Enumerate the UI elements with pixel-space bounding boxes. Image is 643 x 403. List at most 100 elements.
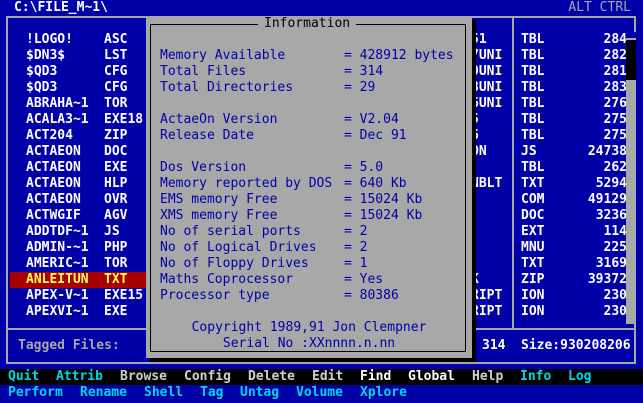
info-value: = V2.04 [344,112,399,127]
file-ext-right: MNU [521,240,545,255]
info-label: No of Floppy Drives [160,256,309,271]
info-value: = 2 [344,224,368,239]
key-state-indicator: ALT CTRL [568,0,631,15]
file-size: 49129 [587,192,627,207]
file-ext: TOR [104,96,128,111]
scroll-up-arrow-icon[interactable] [626,32,636,38]
file-name: $DN3$ [26,48,66,63]
file-ext-right: ZIP [521,272,545,287]
file-ext-right: TBL [521,48,545,63]
file-name: ACTAEON [26,176,81,191]
info-value: = 640 Kb [344,176,407,191]
file-ext-right: JS [521,144,537,159]
file-ext-right: TBL [521,96,545,111]
file-size: 276 [603,96,627,111]
info-label: Processor type [160,288,270,303]
menu-item-global[interactable]: Global [408,369,455,385]
command-menu-row-1: Quit Attrib Browse Config Delete Edit Find Glob… [0,369,643,385]
information-dialog: Information Memory Available = 428912 byt… [146,16,472,358]
menu-item-help[interactable]: Help [472,369,503,385]
menu-item-untag[interactable]: Untag [240,385,279,401]
file-name: ACTAEON [26,144,81,159]
file-ext: DOC [104,144,128,159]
info-label: ActaeOn Version [160,112,278,127]
file-size: 225 [603,240,627,255]
file-size: 283 [603,80,627,95]
file-name: ADDTDF~1 [26,224,89,239]
tagged-files-label: Tagged Files: [18,338,120,353]
file-ext-right: COM [521,192,545,207]
scrollbar[interactable] [626,32,636,324]
info-label: EMS memory Free [160,192,278,207]
menu-item-volume[interactable]: Volume [296,385,343,401]
serial-number: Serial No :XXnnnn.n.nn [222,336,396,351]
info-label: XMS memory Free [160,208,278,223]
file-size: 24738 [587,144,627,159]
info-value: = 15024 Kb [344,208,423,223]
file-size: 3236 [595,208,627,223]
info-value: = 428912 bytes [344,48,454,63]
info-label: Memory Available [160,48,286,63]
menu-item-perform[interactable]: Perform [8,385,63,401]
file-ext: HLP [104,176,128,191]
file-ext: EXE [104,304,128,319]
file-size: 5294 [595,176,627,191]
menu-item-delete[interactable]: Delete [248,369,295,385]
file-size: 230 [603,288,627,303]
info-value: = 314 [344,64,384,79]
file-ext-right: TXT [521,256,545,271]
menu-item-attrib[interactable]: Attrib [56,369,103,385]
dialog-title: Information [258,16,357,32]
menu-item-find[interactable]: Find [360,369,391,385]
info-label: Release Date [160,128,254,143]
file-ext: CFG [104,80,128,95]
menu-item-xplore[interactable]: Xplore [360,385,407,401]
file-ext-right: TBL [521,64,545,79]
menu-item-browse[interactable]: Browse [120,369,167,385]
info-value: = 1 [344,256,368,271]
info-label: Total Directories [160,80,294,95]
current-path: C:\FILE_M~1\ [14,0,108,15]
command-menu-row-2: Perform Rename Shell Tag Untag Volume Xplore [0,385,643,401]
file-ext: EXE15 [104,288,144,303]
info-label: Memory reported by DOS [160,176,333,191]
file-ext-right: TBL [521,80,545,95]
file-ext: EXE [104,160,128,175]
menu-item-info[interactable]: Info [520,369,551,385]
menu-item-quit[interactable]: Quit [8,369,39,385]
info-label: Dos Version [160,160,247,175]
file-ext-right: TBL [521,32,545,47]
file-name: APEX-V~1 [26,288,89,303]
file-name: ABRAHA~1 [26,96,89,111]
file-ext: OVR [104,192,128,207]
file-ext-right: TBL [521,160,545,175]
title-bar: C:\FILE_M~1\ ALT CTRL [0,0,643,16]
menu-item-edit[interactable]: Edit [312,369,343,385]
info-value: = 5.0 [344,160,384,175]
file-name: ACTAEON [26,192,81,207]
file-name: AMERIC~1 [26,256,89,271]
file-size: 275 [603,128,627,143]
copyright-text: Copyright 1989,91 Jon Clempner [191,320,427,335]
menu-item-rename[interactable]: Rename [80,385,127,401]
menu-item-tag[interactable]: Tag [200,385,223,401]
scrollbar-thumb[interactable] [626,40,636,80]
file-ext: ASC [104,32,128,47]
file-ext: ZIP [104,128,128,143]
file-name: APEXVI~1 [26,304,89,319]
file-size: 282 [603,48,627,63]
file-ext: TXT [104,272,128,287]
file-count: 314 [482,338,506,353]
info-value: = Dec 91 [344,128,407,143]
file-size: 284 [603,32,627,47]
file-size: 114 [603,224,627,239]
file-ext: PHP [104,240,128,255]
file-ext: LST [104,48,128,63]
info-value: = 29 [344,80,376,95]
file-ext: JS [104,224,120,239]
menu-item-config[interactable]: Config [184,369,231,385]
menu-item-shell[interactable]: Shell [144,385,183,401]
menu-item-log[interactable]: Log [568,369,591,385]
file-ext-right: TXT [521,176,545,191]
file-size: 281 [603,64,627,79]
